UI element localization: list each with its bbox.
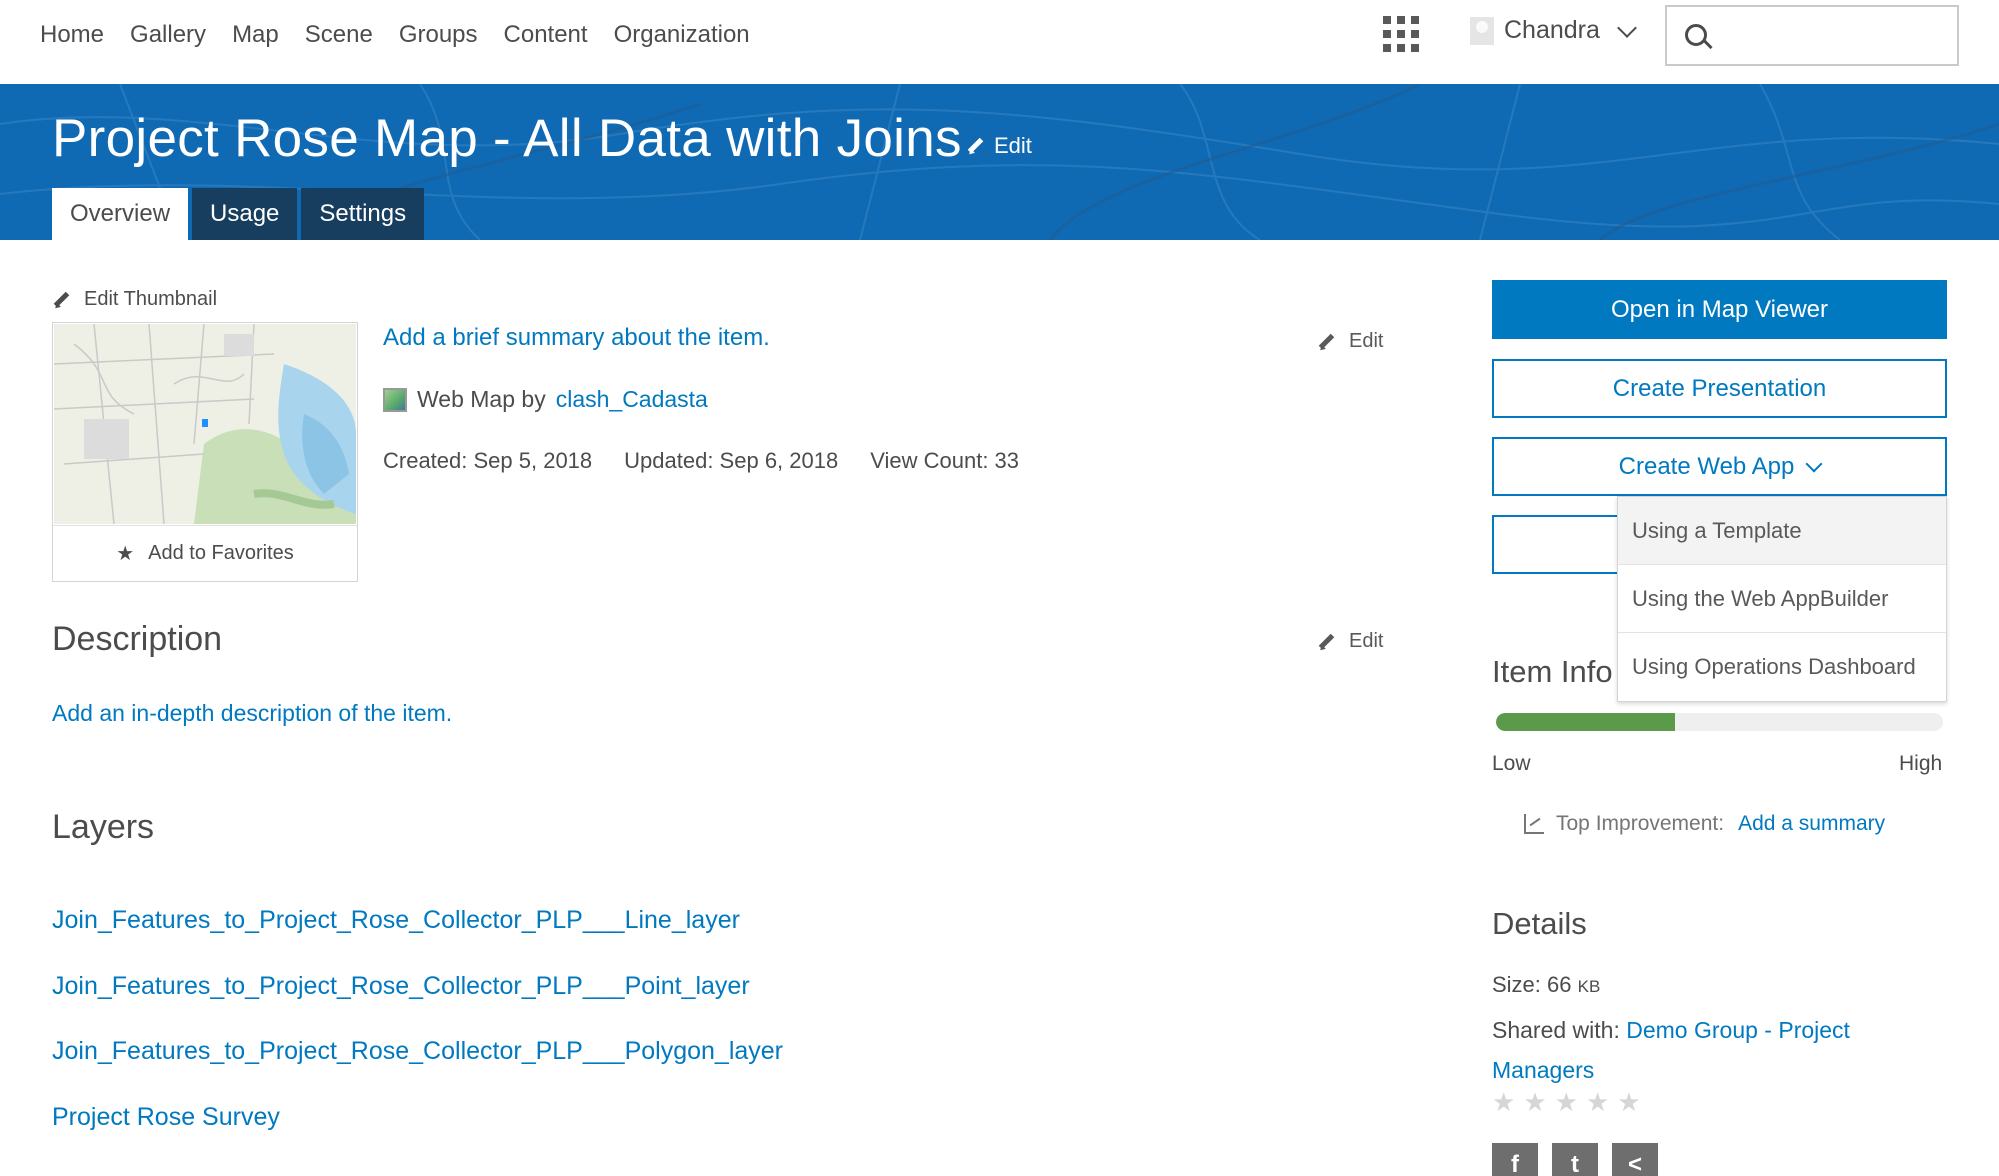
add-to-favorites-label: Add to Favorites [148, 542, 294, 564]
edit-title-label: Edit [994, 133, 1032, 158]
top-improvement-link[interactable]: Add a summary [1738, 812, 1885, 836]
tab-overview[interactable]: Overview [52, 188, 189, 240]
item-info-heading: Item Info [1492, 654, 1613, 689]
item-type: Web Map by [417, 386, 546, 412]
twitter-icon[interactable]: t [1552, 1143, 1598, 1176]
nav-link-organization[interactable]: Organization [614, 18, 750, 52]
share-icon[interactable]: < [1612, 1143, 1658, 1176]
search-icon[interactable] [1685, 24, 1707, 46]
meter-high-label: High [1899, 752, 1943, 775]
item-type-row: Web Map by clash_Cadasta [383, 386, 708, 413]
layers-heading: Layers [52, 808, 155, 846]
share-icons: f t < [1492, 1143, 1658, 1176]
owner-link[interactable]: clash_Cadasta [556, 386, 708, 413]
create-presentation-label: Create Presentation [1612, 374, 1827, 402]
layer-link-line[interactable]: Join_Features_to_Project_Rose_Collector_… [52, 906, 740, 935]
pencil-icon [966, 137, 984, 155]
rating-star-icon[interactable]: ★ [1523, 1087, 1546, 1118]
item-tabs: Overview Usage Settings [52, 188, 425, 240]
menu-item-using-template[interactable]: Using a Template [1618, 497, 1946, 565]
edit-summary-button[interactable]: Edit [1317, 330, 1383, 353]
chevron-down-icon [1805, 455, 1823, 472]
top-improvement-label: Top Improvement: [1556, 812, 1725, 835]
created-date: Created: Sep 5, 2018 [383, 448, 593, 473]
create-web-app-button[interactable]: Create Web App [1492, 437, 1947, 496]
chart-icon [1524, 814, 1544, 834]
rating-star-icon[interactable]: ★ [1555, 1087, 1578, 1118]
map-thumbnail-image [54, 324, 356, 524]
item-metadata-row: Created: Sep 5, 2018 Updated: Sep 6, 201… [383, 448, 1019, 474]
nav-link-map[interactable]: Map [232, 18, 279, 52]
item-header-banner: Project Rose Map - All Data with Joins E… [0, 84, 1999, 240]
create-presentation-button[interactable]: Create Presentation [1492, 359, 1947, 418]
edit-title-button[interactable]: Edit [966, 133, 1032, 159]
user-name: Chandra [1504, 16, 1600, 44]
apps-grid-icon[interactable] [1383, 16, 1419, 52]
top-improvement-row: Top Improvement: Add a summary [1524, 812, 1885, 836]
layer-link-polygon[interactable]: Join_Features_to_Project_Rose_Collector_… [52, 1037, 783, 1066]
primary-nav-links: Home Gallery Map Scene Groups Content Or… [40, 18, 750, 52]
size-unit: KB [1577, 977, 1601, 996]
add-summary-link[interactable]: Add a brief summary about the item. [383, 324, 770, 352]
shared-with-label: Shared with: [1492, 1017, 1620, 1043]
facebook-icon[interactable]: f [1492, 1143, 1538, 1176]
edit-description-button[interactable]: Edit [1317, 630, 1383, 653]
nav-link-home[interactable]: Home [40, 18, 104, 52]
thumbnail-card: ★ Add to Favorites [52, 322, 358, 582]
map-thumbnail [54, 324, 356, 524]
pencil-icon [52, 291, 70, 309]
updated-date: Updated: Sep 6, 2018 [624, 448, 839, 473]
web-map-icon [383, 387, 407, 412]
item-info-meter-fill [1496, 713, 1675, 731]
tab-usage[interactable]: Usage [192, 188, 298, 240]
rating-star-icon[interactable]: ★ [1586, 1087, 1609, 1118]
edit-thumbnail-label: Edit Thumbnail [84, 288, 218, 310]
description-heading: Description [52, 620, 223, 658]
item-info-meter [1496, 713, 1943, 731]
avatar [1470, 16, 1494, 45]
details-heading: Details [1492, 906, 1587, 941]
size-row: Size: 66 KB [1492, 972, 1600, 998]
user-menu[interactable]: Chandra [1470, 16, 1637, 45]
page-title: Project Rose Map - All Data with Joins [52, 109, 962, 168]
edit-description-label: Edit [1349, 630, 1384, 652]
menu-item-web-appbuilder[interactable]: Using the Web AppBuilder [1618, 565, 1946, 633]
rating-stars[interactable]: ★ ★ ★ ★ ★ [1492, 1087, 1641, 1118]
meter-low-label: Low [1492, 752, 1531, 775]
pencil-icon [1317, 333, 1335, 351]
edit-summary-label: Edit [1349, 330, 1384, 352]
tab-settings[interactable]: Settings [301, 188, 425, 240]
rating-star-icon[interactable]: ★ [1617, 1087, 1640, 1118]
chevron-down-icon [1617, 17, 1637, 38]
layer-link-point[interactable]: Join_Features_to_Project_Rose_Collector_… [52, 972, 750, 1001]
layer-link-survey[interactable]: Project Rose Survey [52, 1103, 280, 1132]
top-navigation: Home Gallery Map Scene Groups Content Or… [0, 0, 1999, 84]
shared-with-row: Shared with: Demo Group - Project Manage… [1492, 1010, 1932, 1090]
size-value: Size: 66 [1492, 972, 1572, 997]
search-box [1665, 5, 1959, 66]
edit-thumbnail-button[interactable]: Edit Thumbnail [52, 288, 217, 311]
star-icon: ★ [116, 543, 135, 565]
rating-star-icon[interactable]: ★ [1492, 1087, 1515, 1118]
menu-item-operations-dashboard[interactable]: Using Operations Dashboard [1618, 633, 1946, 701]
create-web-app-label: Create Web App [1618, 452, 1795, 480]
add-description-link[interactable]: Add an in-depth description of the item. [52, 700, 452, 727]
view-count: View Count: 33 [870, 448, 1020, 473]
nav-link-scene[interactable]: Scene [305, 18, 373, 52]
create-web-app-menu: Using a Template Using the Web AppBuilde… [1617, 496, 1947, 702]
nav-link-gallery[interactable]: Gallery [130, 18, 206, 52]
search-input[interactable] [1717, 15, 1947, 57]
add-to-favorites-button[interactable]: ★ Add to Favorites [53, 525, 357, 581]
nav-link-groups[interactable]: Groups [399, 18, 478, 52]
open-in-map-viewer-button[interactable]: Open in Map Viewer [1492, 280, 1947, 339]
nav-link-content[interactable]: Content [504, 18, 588, 52]
pencil-icon [1317, 633, 1335, 651]
